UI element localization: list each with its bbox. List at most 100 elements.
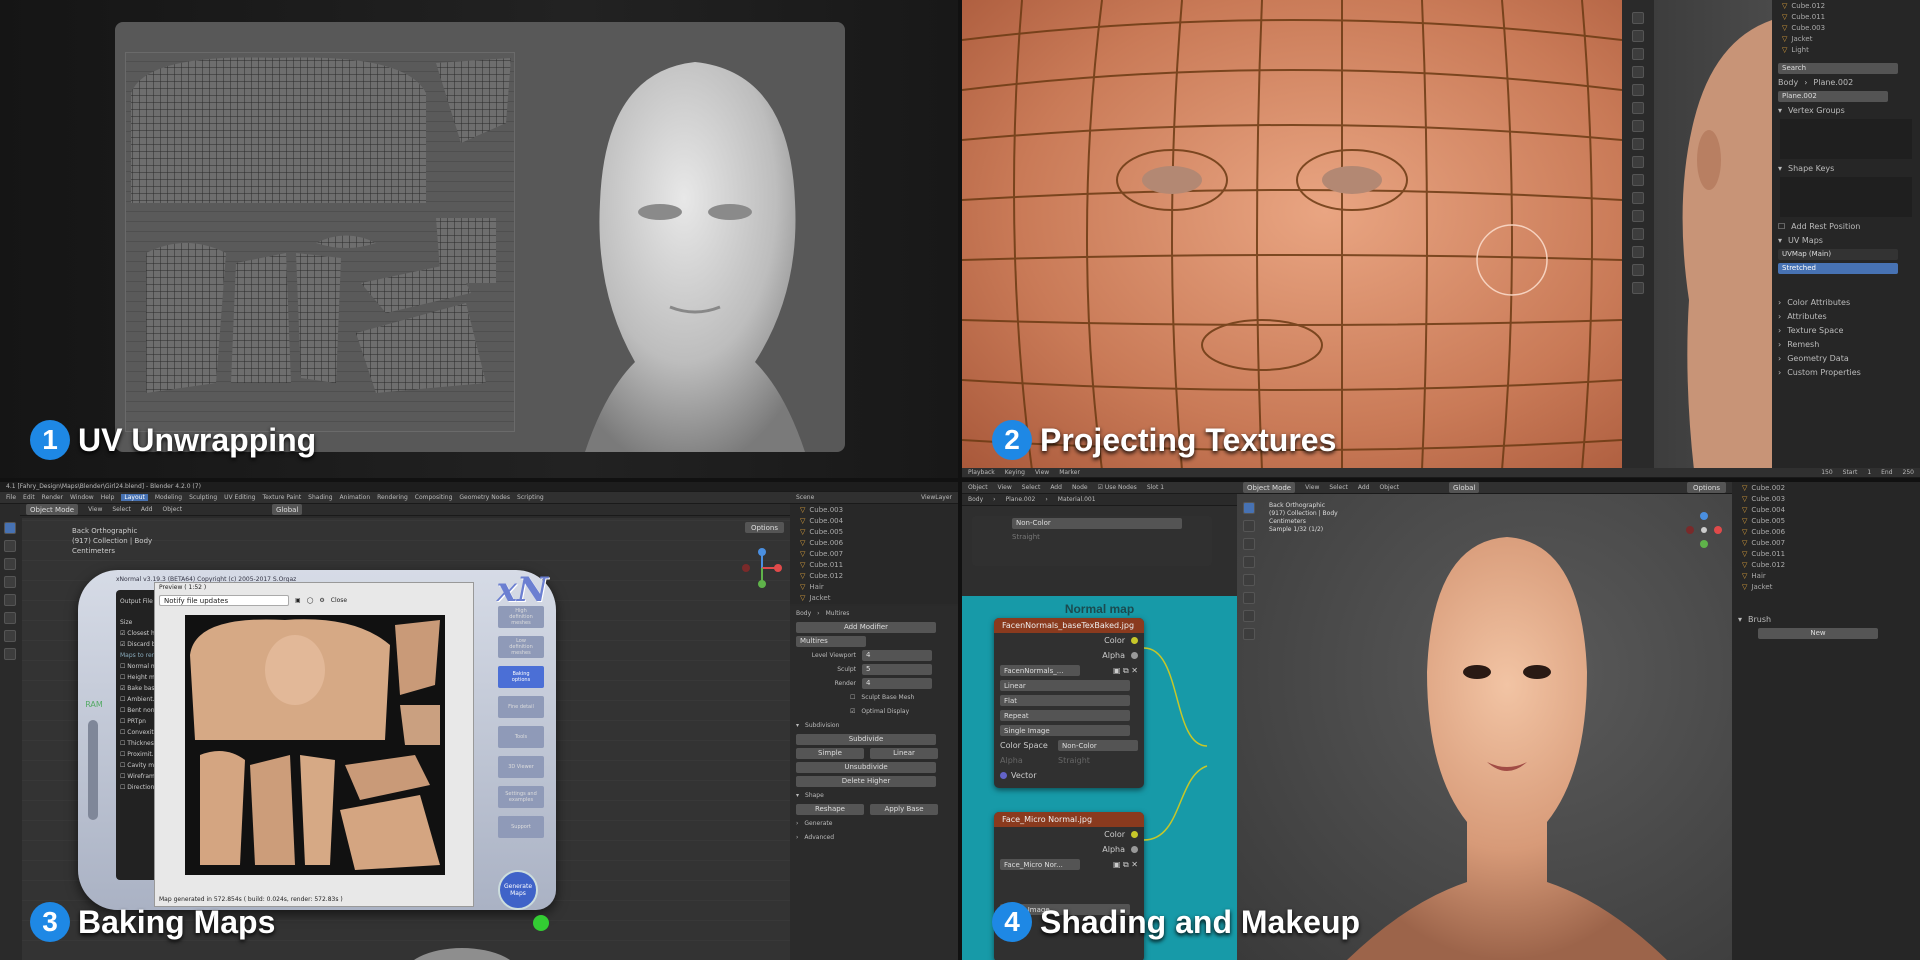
slot-dropdown[interactable]: Slot 1	[1147, 484, 1164, 491]
generate-section[interactable]: › Generate	[790, 816, 958, 830]
new-brush-button[interactable]: New	[1758, 627, 1878, 639]
tab-rendering[interactable]: Rendering	[377, 494, 408, 501]
sculpt-base-checkbox[interactable]: ☐ Sculpt Base Mesh	[790, 690, 958, 704]
menu-edit[interactable]: Edit	[23, 494, 35, 501]
transform-tool-icon[interactable]	[4, 612, 16, 624]
delete-higher-button[interactable]: Delete Higher	[796, 775, 936, 787]
outliner-item[interactable]: ▽ Cube.004	[1732, 504, 1920, 515]
uv-editor[interactable]	[125, 52, 515, 432]
simple-button[interactable]: Simple	[796, 747, 864, 759]
playback-menu[interactable]: Playback	[968, 469, 995, 476]
subdivide-button[interactable]: Subdivide	[796, 733, 936, 745]
tab-uv-editing[interactable]: UV Editing	[224, 494, 255, 501]
render-field[interactable]: 4	[862, 677, 932, 689]
move-tool-icon[interactable]	[4, 558, 16, 570]
mesh-name-field[interactable]: Plane.002	[1778, 90, 1888, 102]
close-button[interactable]: Close	[331, 597, 347, 604]
knife-icon[interactable]	[1632, 210, 1644, 222]
baking-options-button[interactable]: Baking options	[498, 666, 544, 688]
orientation-dropdown[interactable]: Global	[272, 504, 303, 515]
tab-animation[interactable]: Animation	[340, 494, 371, 501]
linear-button[interactable]: Linear	[870, 747, 938, 759]
object-dropdown[interactable]: Object	[968, 484, 988, 491]
face-projection-view[interactable]	[962, 0, 1623, 471]
tools-button[interactable]: Tools	[498, 726, 544, 748]
circle-option-icon[interactable]: ◯	[307, 597, 314, 604]
spin-icon[interactable]	[1632, 246, 1644, 258]
object-menu[interactable]: Object	[163, 506, 183, 513]
outliner-item[interactable]: ▽ Cube.011	[1772, 11, 1920, 22]
add-menu[interactable]: Add	[1050, 484, 1062, 491]
modifier-name-field[interactable]: Multires	[796, 635, 866, 647]
view-toggle-icon[interactable]: ▣	[295, 597, 301, 604]
bevel-icon[interactable]	[1632, 174, 1644, 186]
marker-menu[interactable]: Marker	[1059, 469, 1080, 476]
add-modifier-button[interactable]: Add Modifier	[796, 621, 936, 633]
outliner-item[interactable]: ▽ Cube.003	[1732, 493, 1920, 504]
outliner-item[interactable]: ▽ Cube.012	[790, 570, 958, 581]
outliner-item[interactable]: ▽ Cube.007	[1732, 537, 1920, 548]
tab-geometry-nodes[interactable]: Geometry Nodes	[459, 494, 510, 501]
view-menu[interactable]: View	[998, 484, 1012, 491]
level-viewport-field[interactable]: 4	[862, 649, 932, 661]
outliner-item[interactable]: ▽ Cube.003	[790, 504, 958, 515]
section-shape-keys[interactable]: ▾ Shape Keys	[1772, 161, 1920, 175]
use-nodes-checkbox[interactable]: ☑ Use Nodes	[1098, 484, 1137, 491]
low-def-button[interactable]: Low definition meshes	[498, 636, 544, 658]
select-menu[interactable]: Select	[1329, 484, 1348, 491]
annotate-icon[interactable]	[1632, 84, 1644, 96]
mode-dropdown[interactable]: Object Mode	[1243, 482, 1296, 493]
unsubdivide-button[interactable]: Unsubdivide	[796, 761, 936, 773]
add-menu[interactable]: Add	[1358, 484, 1370, 491]
navigation-gizmo[interactable]	[742, 548, 782, 588]
outliner-item[interactable]: ▽ Cube.005	[1732, 515, 1920, 526]
cube-add-icon[interactable]	[1632, 120, 1644, 132]
section-vertex-groups[interactable]: ▾ Vertex Groups	[1772, 103, 1920, 117]
outliner-item[interactable]: ▽ Cube.005	[790, 526, 958, 537]
outliner-item[interactable]: ▽ Light	[1772, 44, 1920, 55]
node-top-area[interactable]: Non-Color Straight	[962, 506, 1237, 596]
outliner-item[interactable]: ▽ Cube.006	[790, 537, 958, 548]
tab-compositing[interactable]: Compositing	[415, 494, 453, 501]
object-menu[interactable]: Object	[1380, 484, 1400, 491]
rotate-tool-icon[interactable]	[4, 576, 16, 588]
scale-tool-icon[interactable]	[4, 594, 16, 606]
menu-file[interactable]: File	[6, 494, 16, 501]
section-collapsed[interactable]: › Custom Properties	[1772, 365, 1920, 379]
measure-tool-icon[interactable]	[1243, 628, 1255, 640]
scale-tool-icon[interactable]	[1243, 574, 1255, 586]
outliner-item[interactable]: ▽ Cube.004	[790, 515, 958, 526]
shear-icon[interactable]	[1632, 282, 1644, 294]
keying-menu[interactable]: Keying	[1005, 469, 1025, 476]
annotate-tool-icon[interactable]	[1243, 610, 1255, 622]
measure-tool-icon[interactable]	[4, 648, 16, 660]
outliner-item[interactable]: ▽ Cube.011	[1732, 548, 1920, 559]
orientation-dropdown[interactable]: Global	[1449, 482, 1480, 493]
outliner-item[interactable]: ▽ Cube.012	[1732, 559, 1920, 570]
brush-section[interactable]: ▾ Brush	[1732, 612, 1920, 626]
settings-icon[interactable]: ⚙	[319, 597, 324, 604]
sculpt-field[interactable]: 5	[862, 663, 932, 675]
extrude-icon[interactable]	[1632, 138, 1644, 150]
loopcut-icon[interactable]	[1632, 192, 1644, 204]
high-def-button[interactable]: High definition meshes	[498, 606, 544, 628]
inset-icon[interactable]	[1632, 156, 1644, 168]
select-menu[interactable]: Select	[1022, 484, 1041, 491]
move-tool-icon[interactable]	[1243, 538, 1255, 550]
view-menu[interactable]: View	[1035, 469, 1049, 476]
search-input[interactable]: Search	[1778, 62, 1898, 74]
polybuild-icon[interactable]	[1632, 228, 1644, 240]
outliner-item[interactable]: ▽ Cube.002	[1732, 482, 1920, 493]
current-frame[interactable]: 150	[1821, 469, 1832, 476]
node-menu[interactable]: Node	[1072, 484, 1088, 491]
select-menu[interactable]: Select	[112, 506, 131, 513]
side-viewport[interactable]	[1654, 0, 1772, 470]
section-collapsed[interactable]: › Remesh	[1772, 337, 1920, 351]
fine-detail-button[interactable]: Fine detail	[498, 696, 544, 718]
section-collapsed[interactable]: › Texture Space	[1772, 323, 1920, 337]
rotate-tool-icon[interactable]	[1243, 556, 1255, 568]
options-button[interactable]: Options	[1686, 482, 1726, 493]
tab-modeling[interactable]: Modeling	[155, 494, 182, 501]
apply-base-button[interactable]: Apply Base	[870, 803, 938, 815]
select-tool-icon[interactable]	[1243, 502, 1255, 514]
